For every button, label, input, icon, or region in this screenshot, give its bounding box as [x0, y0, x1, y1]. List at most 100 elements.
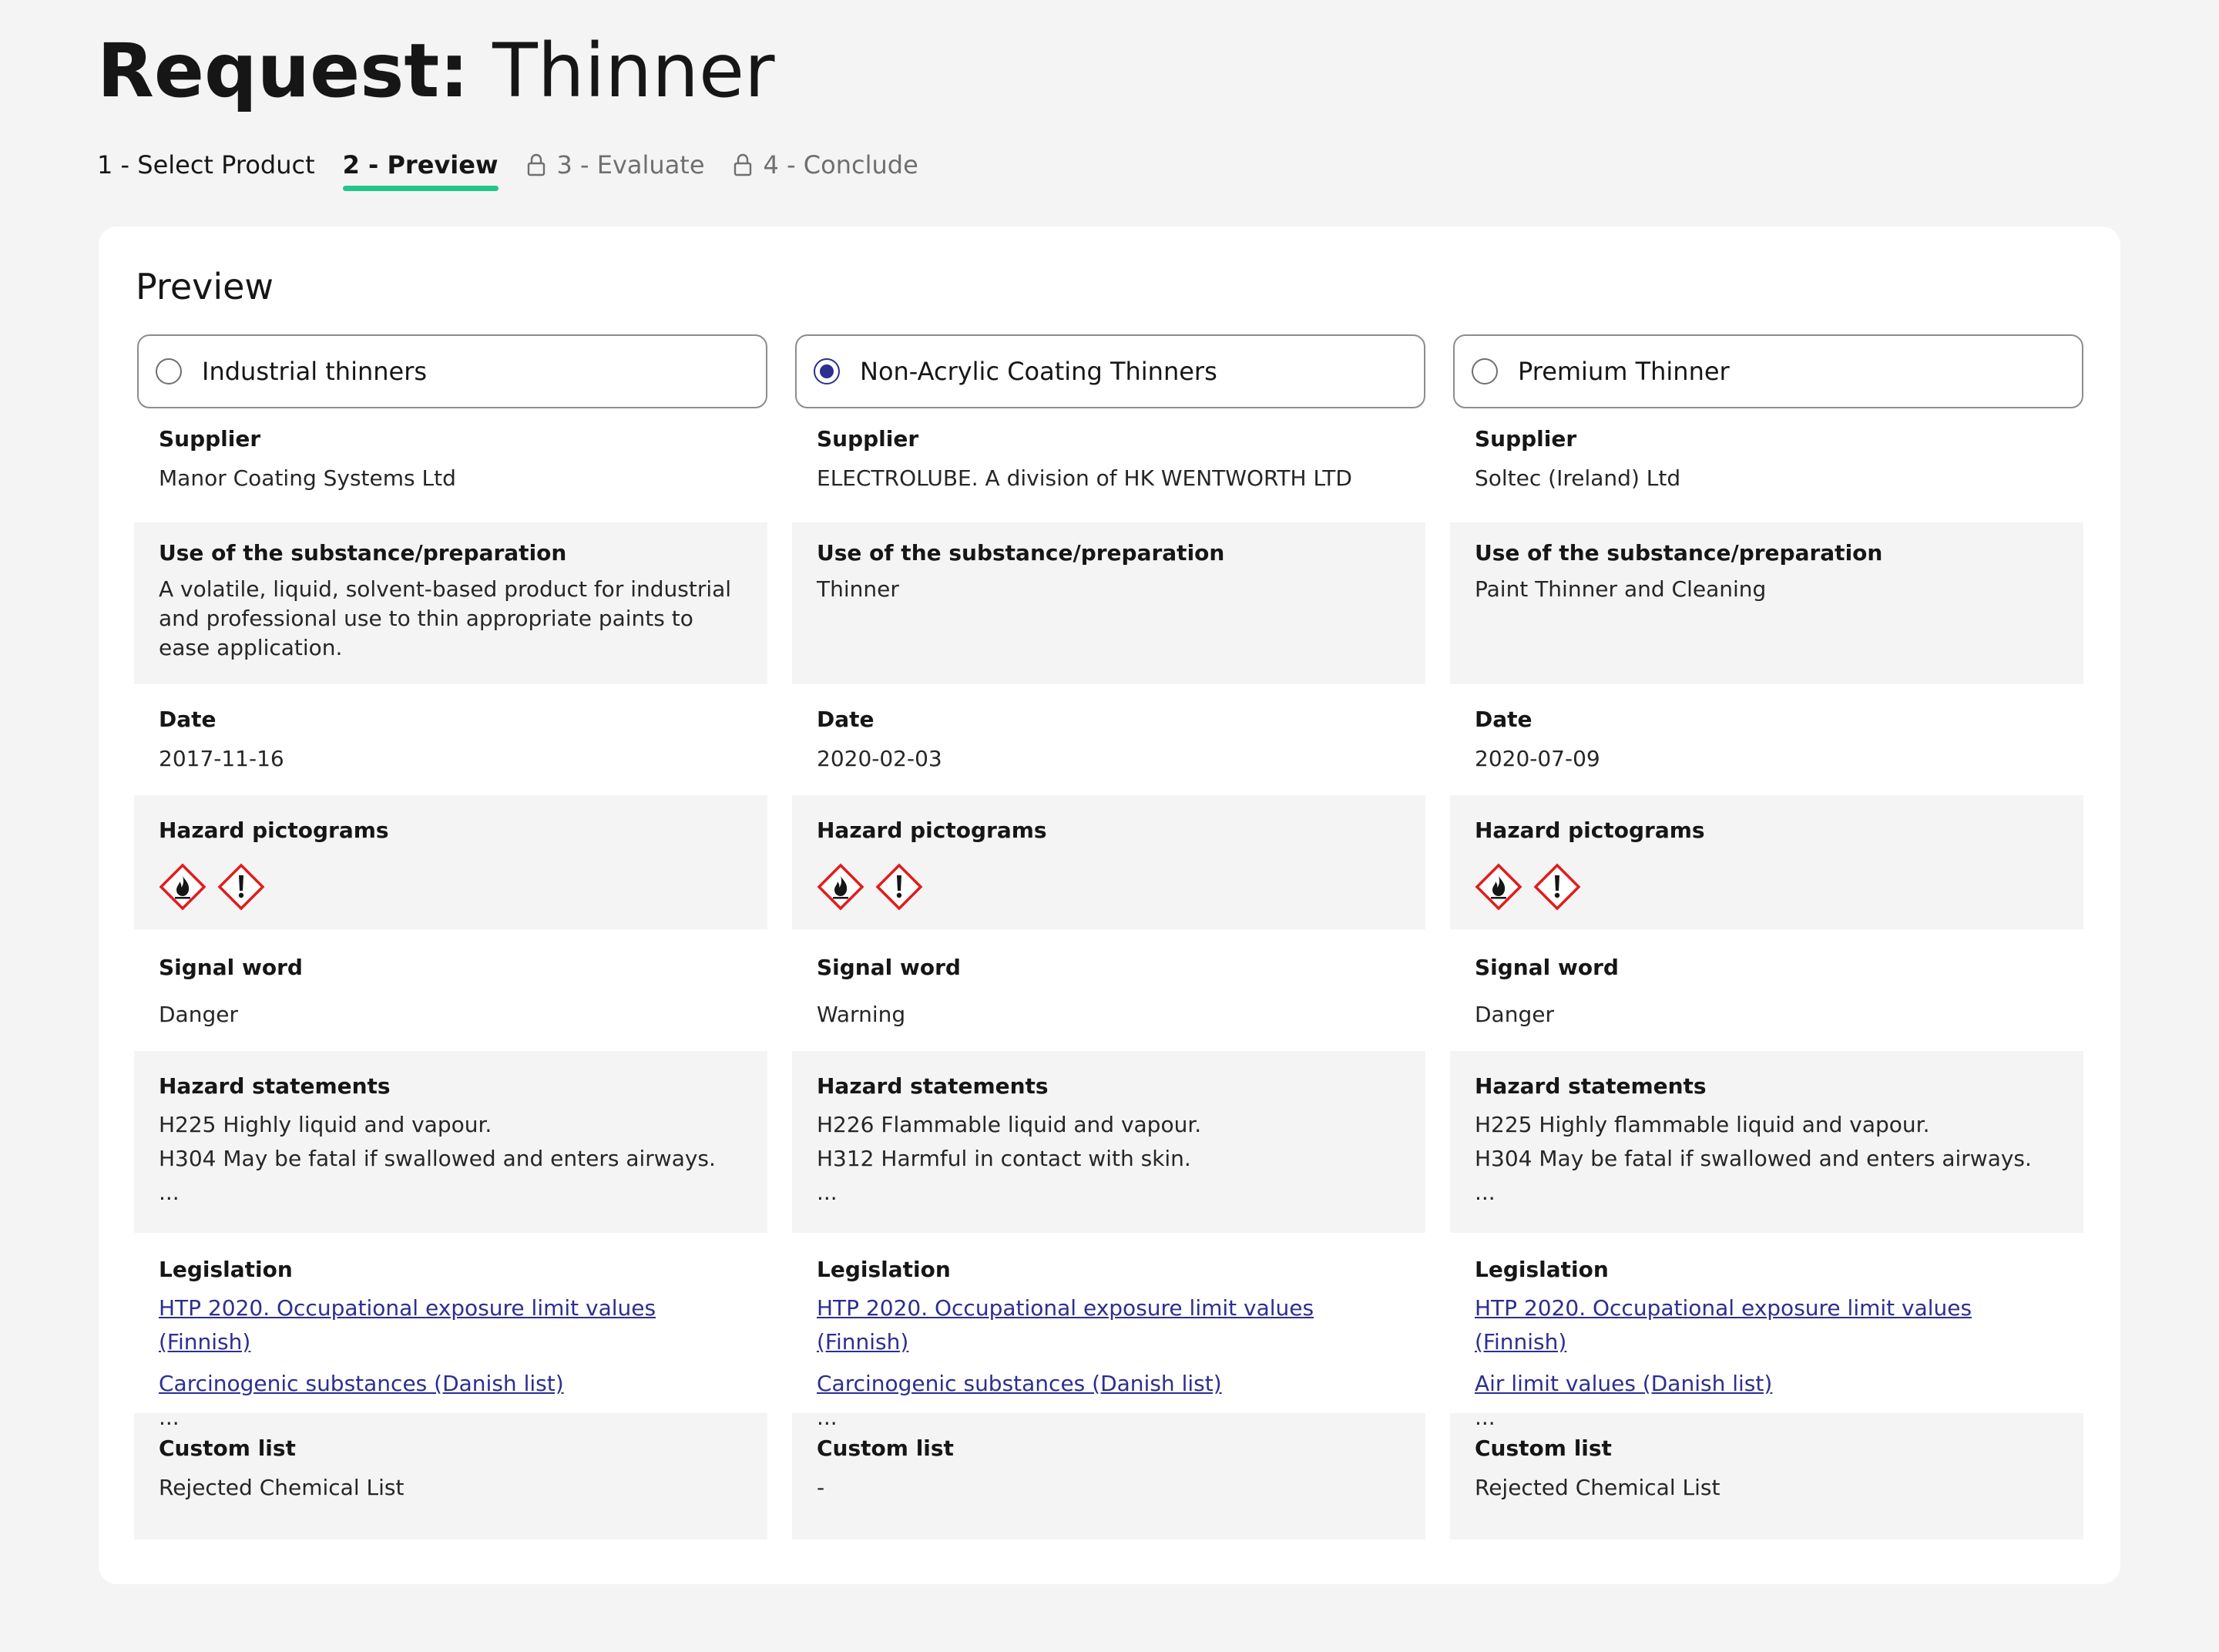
legislation-link[interactable]: HTP 2020. Occupational exposure limit va… — [159, 1291, 743, 1359]
legislation-label: Legislation — [817, 1257, 951, 1282]
supplier-value: Manor Coating Systems Ltd — [159, 465, 456, 491]
signal-word-section: Signal word Danger — [134, 929, 767, 1051]
custom-list-section: Custom list Rejected Chemical List — [1450, 1413, 2083, 1540]
date-label: Date — [159, 707, 217, 732]
date-section: Date 2020-07-09 — [1450, 684, 2083, 795]
custom-list-label: Custom list — [159, 1435, 296, 1461]
signal-word-value: Warning — [817, 1002, 906, 1027]
preview-title: Preview — [136, 266, 274, 307]
product-column: Non-Acrylic Coating Thinners Supplier EL… — [792, 334, 1425, 1540]
pictograms-label: Hazard pictograms — [1475, 818, 1705, 843]
step-select-product[interactable]: 1 - Select Product — [97, 148, 315, 191]
use-label: Use of the substance/preparation — [1475, 540, 1883, 566]
use-value: Thinner — [817, 576, 899, 602]
legislation-link[interactable]: Air limit values (Danish list) — [1475, 1367, 2059, 1401]
progress-steps: 1 - Select Product 2 - Preview 3 - Evalu… — [97, 148, 946, 194]
use-section: Use of the substance/preparation A volat… — [134, 522, 767, 684]
date-label: Date — [817, 707, 875, 732]
product-column: Premium Thinner Supplier Soltec (Ireland… — [1450, 334, 2083, 1540]
signal-word-value: Danger — [159, 1002, 238, 1027]
lock-icon — [734, 153, 751, 176]
step-conclude: 4 - Conclude — [733, 148, 918, 191]
lock-icon — [527, 153, 545, 176]
flame-pictogram-icon — [159, 863, 206, 911]
hazard-statement: H304 May be fatal if swallowed and enter… — [159, 1146, 716, 1171]
legislation-section: Legislation HTP 2020. Occupational expos… — [792, 1233, 1425, 1430]
date-label: Date — [1475, 707, 1532, 732]
hazard-statement-more: ... — [159, 1180, 180, 1205]
use-section: Use of the substance/preparation Thinner — [792, 522, 1425, 684]
step-preview[interactable]: 2 - Preview — [342, 148, 499, 191]
use-section: Use of the substance/preparation Paint T… — [1450, 522, 2083, 684]
legislation-section: Legislation HTP 2020. Occupational expos… — [134, 1233, 767, 1430]
product-name: Industrial thinners — [202, 357, 428, 386]
hazard-statement: H225 Highly flammable liquid and vapour. — [1475, 1112, 1930, 1137]
date-value: 2020-02-03 — [817, 746, 942, 771]
custom-list-section: Custom list Rejected Chemical List — [134, 1413, 767, 1540]
hazard-statements-label: Hazard statements — [159, 1073, 391, 1099]
signal-word-label: Signal word — [817, 955, 961, 980]
hazard-statements-label: Hazard statements — [817, 1073, 1049, 1099]
date-section: Date 2017-11-16 — [134, 684, 767, 795]
custom-list-value: Rejected Chemical List — [159, 1475, 405, 1500]
legislation-link[interactable]: Carcinogenic substances (Danish list) — [817, 1367, 1401, 1401]
page-title-name: Thinner — [492, 28, 775, 114]
hazard-statements-section: Hazard statements H226 Flammable liquid … — [792, 1051, 1425, 1233]
radio-button[interactable] — [156, 358, 182, 384]
legislation-link[interactable]: Carcinogenic substances (Danish list) — [159, 1367, 743, 1401]
supplier-section: Supplier Manor Coating Systems Ltd — [134, 408, 767, 522]
step-label: 1 - Select Product — [97, 150, 315, 180]
supplier-section: Supplier Soltec (Ireland) Ltd — [1450, 408, 2083, 522]
date-value: 2020-07-09 — [1475, 746, 1600, 771]
pictograms-section: Hazard pictograms — [134, 795, 767, 929]
step-label: 2 - Preview — [342, 150, 499, 180]
pictograms-label: Hazard pictograms — [817, 818, 1047, 843]
hazard-statement-more: ... — [817, 1180, 838, 1205]
supplier-value: ELECTROLUBE. A division of HK WENTWORTH … — [817, 465, 1352, 491]
use-label: Use of the substance/preparation — [159, 540, 567, 566]
radio-button[interactable] — [1472, 358, 1498, 384]
use-value: A volatile, liquid, solvent-based produc… — [159, 576, 732, 660]
use-label: Use of the substance/preparation — [817, 540, 1225, 566]
flame-pictogram-icon — [817, 863, 864, 911]
legislation-link[interactable]: HTP 2020. Occupational exposure limit va… — [1475, 1291, 2059, 1359]
legislation-section: Legislation HTP 2020. Occupational expos… — [1450, 1233, 2083, 1430]
supplier-section: Supplier ELECTROLUBE. A division of HK W… — [792, 408, 1425, 522]
hazard-statement: H226 Flammable liquid and vapour. — [817, 1112, 1202, 1137]
pictograms-section: Hazard pictograms — [792, 795, 1425, 929]
preview-card: Preview Industrial thinners Supplier Man… — [99, 227, 2120, 1584]
exclamation-pictogram-icon — [1533, 863, 1581, 911]
custom-list-label: Custom list — [1475, 1435, 1612, 1461]
supplier-label: Supplier — [817, 426, 919, 452]
signal-word-label: Signal word — [159, 955, 303, 980]
step-label: 3 - Evaluate — [556, 150, 705, 180]
page-title-prefix: Request: — [97, 28, 469, 114]
radio-button-selected[interactable] — [814, 358, 840, 384]
flame-pictogram-icon — [1475, 863, 1522, 911]
supplier-value: Soltec (Ireland) Ltd — [1475, 465, 1681, 491]
supplier-label: Supplier — [159, 426, 261, 452]
hazard-statement-more: ... — [1475, 1180, 1496, 1205]
exclamation-pictogram-icon — [875, 863, 923, 911]
product-radio-option[interactable]: Premium Thinner — [1453, 334, 2083, 408]
use-value: Paint Thinner and Cleaning — [1475, 576, 1767, 602]
signal-word-value: Danger — [1475, 1002, 1554, 1027]
hazard-statement: H225 Highly liquid and vapour. — [159, 1112, 492, 1137]
product-radio-option[interactable]: Industrial thinners — [137, 334, 767, 408]
step-evaluate: 3 - Evaluate — [526, 148, 705, 191]
legislation-link[interactable]: HTP 2020. Occupational exposure limit va… — [817, 1291, 1401, 1359]
pictograms-label: Hazard pictograms — [159, 818, 389, 843]
custom-list-section: Custom list - — [792, 1413, 1425, 1540]
step-label: 4 - Conclude — [763, 150, 918, 180]
custom-list-value: Rejected Chemical List — [1475, 1475, 1720, 1500]
page-title: Request: Thinner — [97, 28, 775, 114]
signal-word-label: Signal word — [1475, 955, 1619, 980]
supplier-label: Supplier — [1475, 426, 1577, 452]
hazard-statements-label: Hazard statements — [1475, 1073, 1707, 1099]
exclamation-pictogram-icon — [217, 863, 265, 911]
hazard-statement: H304 May be fatal if swallowed and enter… — [1475, 1146, 2032, 1171]
product-name: Non-Acrylic Coating Thinners — [860, 357, 1217, 386]
signal-word-section: Signal word Warning — [792, 929, 1425, 1051]
product-radio-option[interactable]: Non-Acrylic Coating Thinners — [795, 334, 1425, 408]
hazard-statement: H312 Harmful in contact with skin. — [817, 1146, 1191, 1171]
